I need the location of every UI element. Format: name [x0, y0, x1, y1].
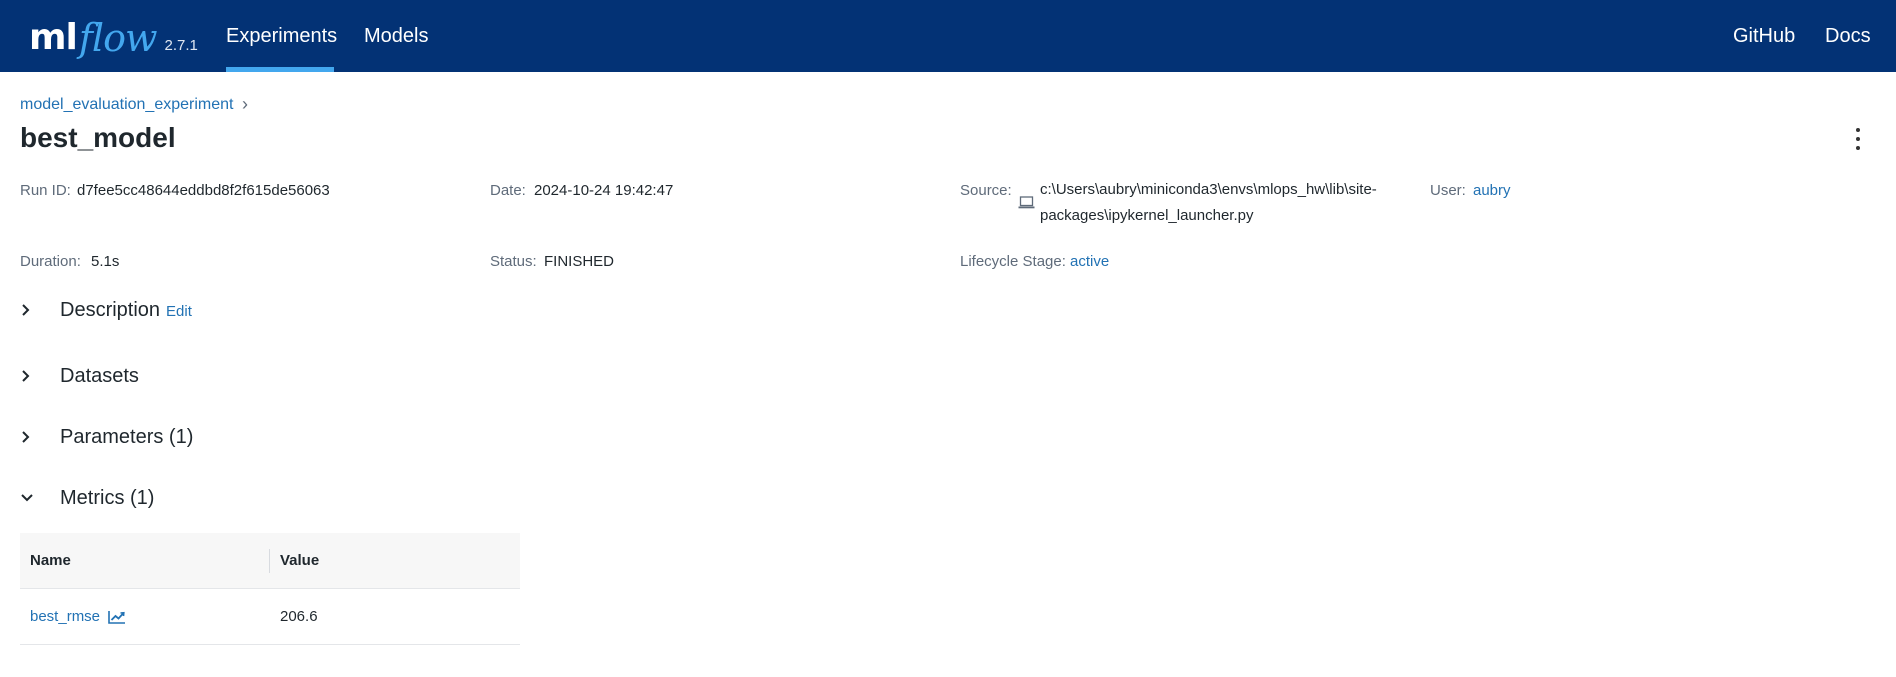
column-divider	[269, 549, 270, 573]
logo-ml-text: ml	[29, 17, 78, 58]
kebab-menu-icon[interactable]	[1850, 128, 1866, 150]
run-id-label: Run ID:	[20, 182, 71, 199]
lifecycle-stage-value[interactable]: active	[1070, 253, 1109, 270]
metrics-table: Name Value best_rmse 206.6	[20, 533, 520, 645]
page-title: best_model	[20, 122, 176, 153]
section-parameters-title: Parameters (1)	[60, 425, 194, 448]
nav-github[interactable]: GitHub	[1733, 0, 1795, 72]
chevron-right-icon	[20, 298, 48, 322]
nav-experiments[interactable]: Experiments	[226, 0, 337, 72]
line-chart-icon[interactable]	[108, 610, 126, 624]
version-label: 2.7.1	[164, 37, 198, 54]
source-path-line-2: packages\ipykernel_launcher.py	[1040, 207, 1254, 224]
user-label: User:	[1430, 182, 1466, 199]
breadcrumb-separator-icon: ›	[242, 94, 248, 114]
run-id-value: d7fee5cc48644eddbd8f2f615de56063	[77, 182, 330, 199]
section-datasets-title: Datasets	[60, 364, 139, 387]
mlflow-logo[interactable]: ml flow 2.7.1	[29, 16, 198, 60]
section-parameters[interactable]: Parameters (1)	[20, 422, 193, 452]
metric-name-link[interactable]: best_rmse	[30, 608, 100, 625]
nav-models[interactable]: Models	[364, 0, 428, 72]
metric-value-cell: 206.6	[280, 608, 318, 625]
date-label: Date:	[490, 182, 526, 199]
logo-flow-text: flow	[78, 16, 158, 60]
section-metrics[interactable]: Metrics (1)	[20, 483, 154, 513]
section-datasets[interactable]: Datasets	[20, 361, 139, 391]
chevron-right-icon	[20, 425, 48, 449]
date-value: 2024-10-24 19:42:47	[534, 182, 674, 199]
lifecycle-stage-label: Lifecycle Stage:	[960, 253, 1066, 270]
source-path-line-1: c:\Users\aubry\miniconda3\envs\mlops_hw\…	[1040, 181, 1377, 198]
column-header-value[interactable]: Value	[280, 552, 319, 569]
table-header: Name Value	[20, 533, 520, 589]
chevron-down-icon	[20, 486, 48, 510]
duration-value: 5.1s	[91, 253, 120, 270]
section-description-title: Description	[60, 298, 161, 321]
source-label: Source:	[960, 182, 1012, 199]
status-label: Status:	[490, 253, 537, 270]
source-value[interactable]: c:\Users\aubry\miniconda3\envs\mlops_hw\…	[1040, 177, 1377, 229]
metric-name-cell: best_rmse	[30, 608, 126, 625]
nav-docs[interactable]: Docs	[1825, 0, 1871, 72]
status-value: FINISHED	[544, 253, 615, 270]
top-navigation-bar: ml flow 2.7.1 Experiments Models GitHub …	[0, 0, 1896, 72]
description-edit-link[interactable]: Edit	[166, 303, 192, 320]
chevron-right-icon	[20, 364, 48, 388]
section-description[interactable]: Description Edit	[20, 295, 192, 325]
column-header-name[interactable]: Name	[30, 552, 71, 569]
active-tab-indicator	[226, 67, 334, 72]
section-metrics-title: Metrics (1)	[60, 486, 155, 509]
breadcrumb-experiment-link[interactable]: model_evaluation_experiment	[20, 96, 233, 114]
laptop-icon	[1018, 196, 1035, 209]
table-row: best_rmse 206.6	[20, 589, 520, 645]
duration-label: Duration:	[20, 253, 81, 270]
user-link[interactable]: aubry	[1473, 182, 1511, 199]
